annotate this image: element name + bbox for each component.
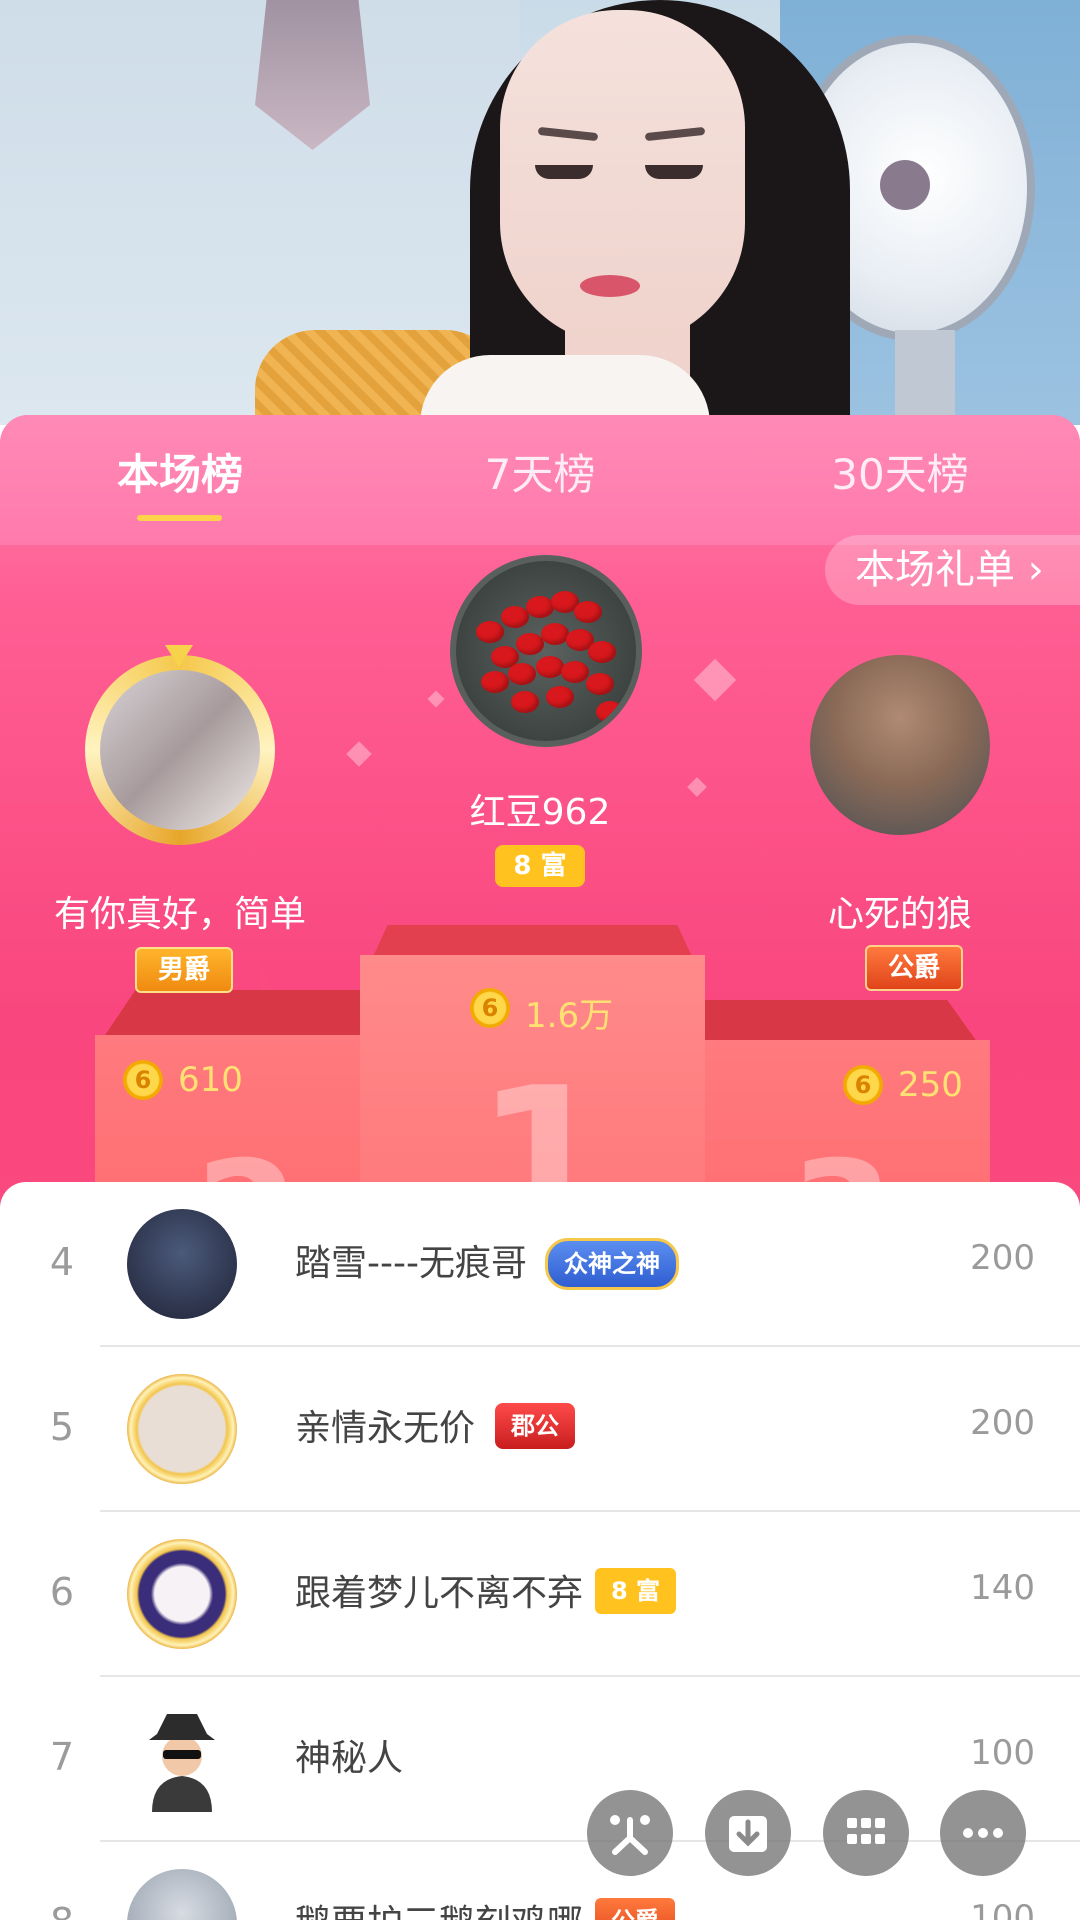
ranking-list: 4 踏雪----无痕哥 众神之神 200 5 亲情永无价 郡公 200 6 跟着… [0,1182,1080,1920]
tab-30-days[interactable]: 30天榜 [720,415,1080,545]
coin-icon: 6 [843,1065,883,1105]
third-place-badge: 公爵 [865,945,963,991]
list-item[interactable]: 4 踏雪----无痕哥 众神之神 200 [0,1182,1080,1347]
rank-number: 8 [42,1900,82,1920]
streamer-eye [535,165,593,179]
avatar [127,1209,237,1319]
fan-hub [880,160,930,210]
first-place-avatar[interactable] [450,555,642,747]
mystery-person-icon [127,1704,237,1814]
coin-icon: 6 [470,988,510,1028]
share-icon [610,1815,650,1855]
active-tab-indicator [137,515,222,521]
first-place-name: 红豆962 [469,792,611,833]
ranking-tabs: 本场榜 7天榜 30天榜 [0,415,1080,545]
user-name: 鹅要护三鹅刻鸡哪 [295,1894,583,1920]
third-place-name: 心死的狼 [827,894,972,935]
list-item[interactable]: 5 亲情永无价 郡公 200 [0,1347,1080,1512]
grid-button[interactable] [823,1790,909,1876]
user-name: 神秘人 [295,1738,404,1779]
user-score: 140 [970,1568,1035,1608]
download-button[interactable] [705,1790,791,1876]
tab-current-session[interactable]: 本场榜 [0,415,360,545]
level-badge: 众神之神 [545,1238,679,1290]
user-name: 亲情永无价 [295,1408,476,1449]
streamer-lips [580,275,640,297]
tab-7-days[interactable]: 7天榜 [360,415,720,545]
coin-icon: 6 [123,1060,163,1100]
first-place-badge: 8 富 [495,845,585,887]
more-button[interactable] [940,1790,1026,1876]
avatar [127,1539,237,1649]
second-place-name: 有你真好，简单 [53,894,306,935]
user-score: 200 [970,1403,1035,1443]
user-score: 100 [970,1898,1035,1920]
rank-number: 4 [49,1240,75,1284]
list-item[interactable]: 7 神秘人 100 [0,1677,1080,1842]
user-name: 跟着梦儿不离不弃 [295,1573,584,1614]
more-icon [963,1828,1003,1838]
user-score: 100 [970,1733,1035,1773]
streamer-eye [645,165,703,179]
rank-number: 7 [49,1735,75,1779]
first-place-score: 1.6万 [525,996,614,1036]
level-badge: 公爵 [595,1898,675,1920]
grid-icon [847,1818,885,1844]
second-place-badge: 男爵 [135,947,233,993]
list-item[interactable]: 6 跟着梦儿不离不弃 8 富 140 [0,1512,1080,1677]
second-place-avatar[interactable] [100,670,260,830]
level-badge: 8 富 [595,1568,677,1614]
third-place-avatar[interactable] [810,655,990,835]
rank-number: 5 [49,1405,75,1449]
second-place-score: 610 [178,1060,243,1100]
rank-number: 6 [49,1570,75,1614]
gift-list-link[interactable]: 本场礼单 › [825,535,1080,605]
avatar [127,1869,237,1920]
list-item[interactable]: 8 鹅要护三鹅刻鸡哪 公爵 100 [0,1842,1080,1920]
share-button[interactable] [587,1790,673,1876]
user-score: 200 [970,1238,1035,1278]
third-place-score: 250 [898,1065,963,1105]
download-icon [729,1816,767,1852]
avatar [127,1374,237,1484]
live-video[interactable] [0,0,1080,425]
level-badge: 郡公 [495,1403,575,1449]
user-name: 踏雪----无痕哥 [295,1243,527,1284]
fan-stand [895,330,955,425]
